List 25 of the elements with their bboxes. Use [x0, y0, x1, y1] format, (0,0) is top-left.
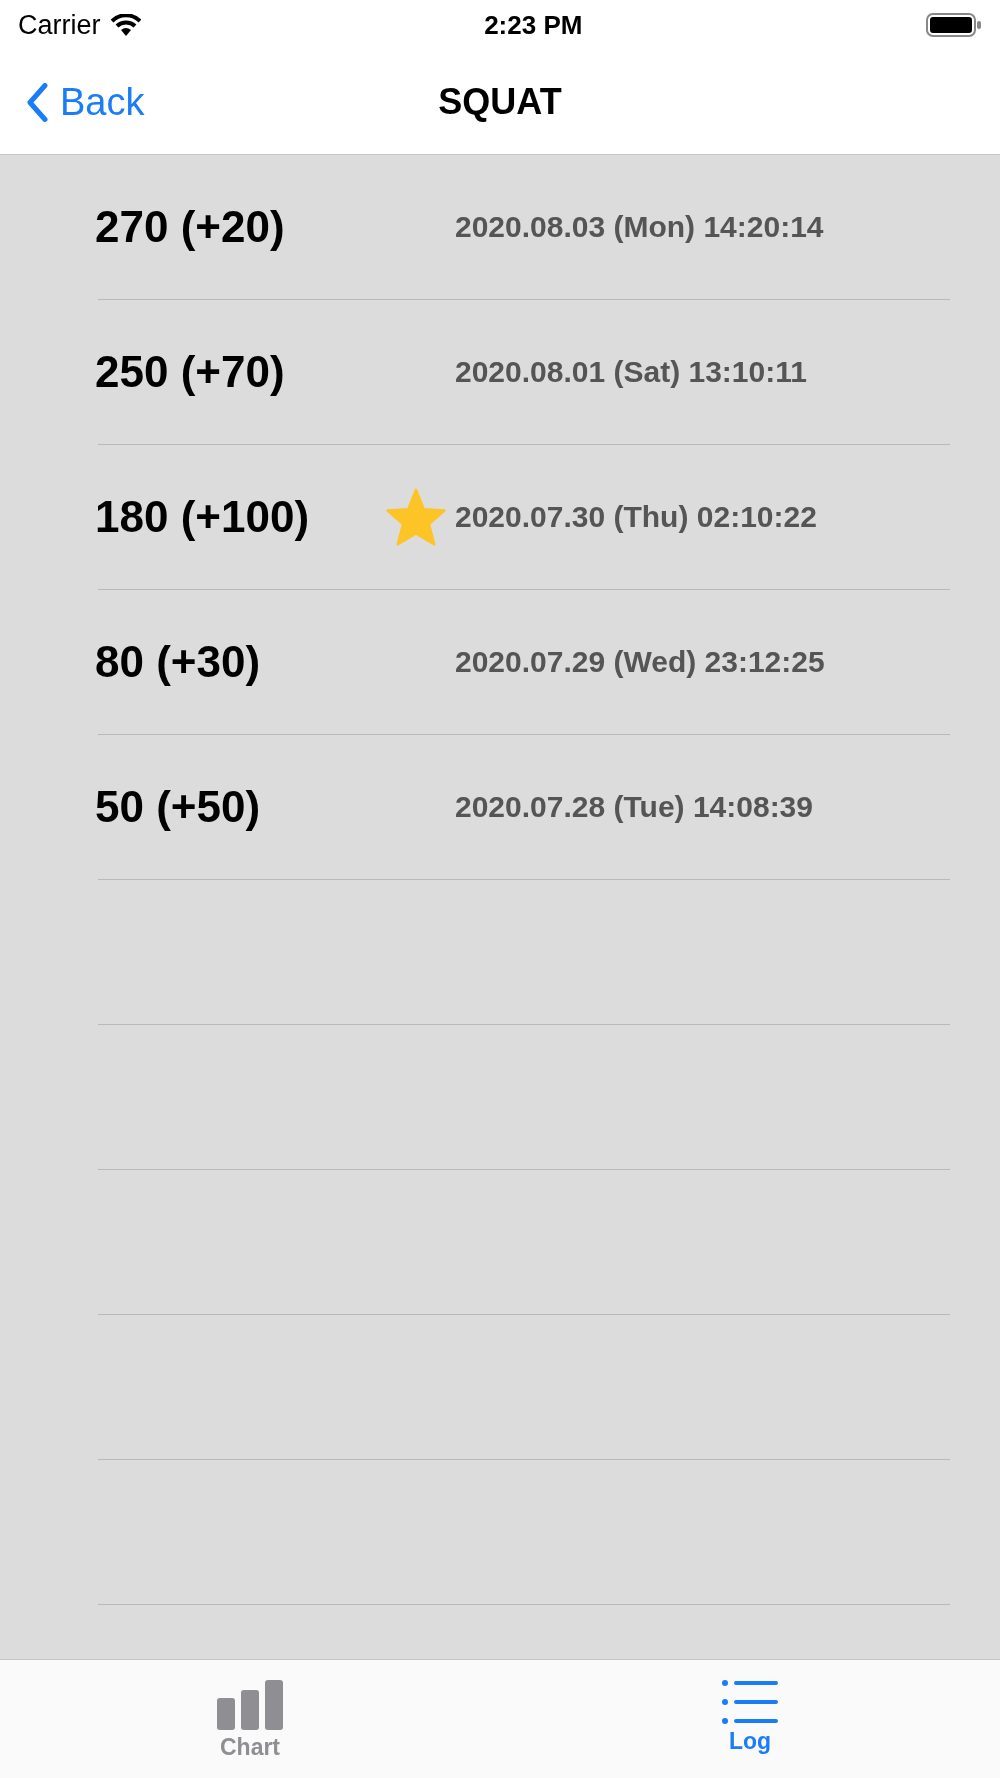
log-row[interactable]: 270 (+20) 2020.08.03 (Mon) 14:20:14: [98, 155, 950, 300]
weight-label: 250 (+70): [95, 347, 286, 397]
weight-label: 50 (+50): [95, 782, 262, 832]
log-row[interactable]: 180 (+100) 2020.07.30 (Thu) 02:10:22: [98, 445, 950, 590]
log-row[interactable]: 250 (+70) 2020.08.01 (Sat) 13:10:11: [98, 300, 950, 445]
wifi-icon: [110, 14, 141, 36]
list-icon: [722, 1680, 778, 1724]
clock-time: 2:23 PM: [484, 9, 583, 41]
weight-label: 180 (+100): [95, 492, 311, 542]
chevron-left-icon: [26, 82, 48, 122]
bar-chart-icon: [217, 1680, 283, 1730]
tab-bar-item[interactable]: Log: [500, 1660, 1000, 1778]
screen-title: SQUAT: [438, 81, 562, 123]
date-label: 2020.07.29 (Wed) 23:12:25: [455, 645, 825, 679]
date-label: 2020.07.28 (Tue) 14:08:39: [455, 790, 813, 824]
date-label: 2020.08.03 (Mon) 14:20:14: [455, 210, 824, 244]
weight-label: 80 (+30): [95, 637, 262, 687]
date-label: 2020.07.30 (Thu) 02:10:22: [455, 500, 817, 534]
log-row[interactable]: 80 (+30) 2020.07.29 (Wed) 23:12:25: [98, 590, 950, 735]
date-label: 2020.08.01 (Sat) 13:10:11: [455, 355, 807, 389]
log-row[interactable]: 50 (+50) 2020.07.28 (Tue) 14:08:39: [98, 735, 950, 880]
weight-label: 270 (+20): [95, 202, 286, 252]
carrier-label: Carrier: [18, 9, 101, 41]
back-button[interactable]: Back: [26, 80, 145, 124]
battery-icon: [926, 13, 982, 37]
